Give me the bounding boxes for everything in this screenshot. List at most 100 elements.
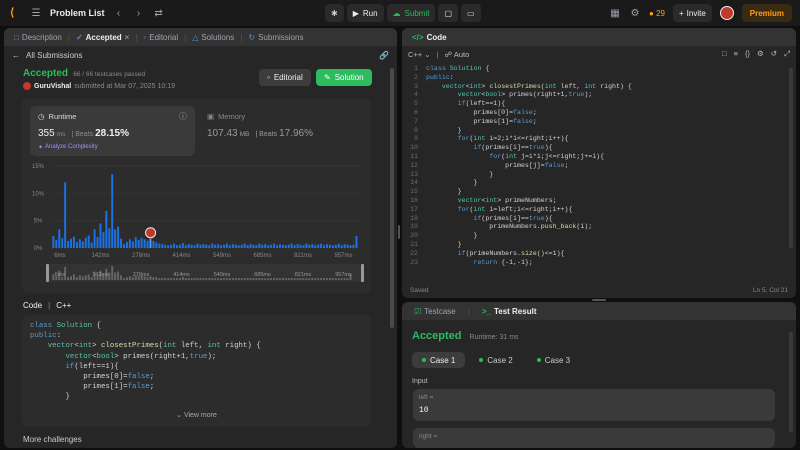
view-more-button[interactable]: ⌄ View more <box>22 411 371 421</box>
left-tab-bar: □ Description | ✓ Accepted × | ▫ Editorial |… <box>4 28 397 46</box>
format-icon[interactable]: ≡ <box>734 49 738 59</box>
chart-bar <box>314 245 317 248</box>
editor-tab-bar: </> Code <box>402 28 796 46</box>
info-icon[interactable]: ⓘ <box>179 111 187 122</box>
tab-testcase[interactable]: ☑ Testcase <box>410 307 460 316</box>
minimap-handle-left <box>46 264 49 282</box>
chevron-left-icon[interactable]: ‹ <box>113 8 125 19</box>
y-tick-label: 15% <box>32 164 45 170</box>
result-scrollbar[interactable] <box>789 332 793 432</box>
tab-divider: | <box>184 32 187 42</box>
list-icon[interactable]: ☰ <box>30 8 42 19</box>
close-tab-icon[interactable]: × <box>125 33 130 42</box>
case-3-button[interactable]: Case 3 <box>527 352 580 368</box>
code-text: } <box>426 188 462 196</box>
arrow-left-icon[interactable]: ← <box>12 51 20 60</box>
test-status: Accepted <box>412 330 462 342</box>
submit-button[interactable]: ☁ Submit <box>386 4 436 22</box>
chart-bar <box>173 243 175 248</box>
runtime-card[interactable]: ◷ Runtime ⓘ 355 ms | Beats 28.15% ✦ Analyz… <box>30 106 195 156</box>
tab-code[interactable]: </> Code <box>408 33 451 42</box>
minimap-tick-label: 549ms <box>214 272 231 278</box>
tab-accepted[interactable]: ✓ Accepted × <box>72 33 133 42</box>
braces-icon[interactable]: {} <box>745 49 750 59</box>
settings-icon[interactable]: ⚙ <box>757 49 764 59</box>
minimap-bar <box>173 278 175 280</box>
solution-button-label: Solution <box>334 73 364 82</box>
chart-bar <box>72 236 75 248</box>
invite-button[interactable]: + Invite <box>672 4 712 22</box>
minimap-bar <box>296 278 299 280</box>
chart-bar <box>175 245 178 248</box>
chart-bar <box>320 243 323 248</box>
code-text: for(int j=i*i;j<=right;j+=i){ <box>489 152 605 160</box>
leetcode-logo-icon[interactable]: ⟨ <box>10 7 22 19</box>
chart-bar <box>52 235 55 248</box>
expand-icon[interactable]: ⤢ <box>784 49 790 59</box>
minimap-bar <box>158 278 161 280</box>
minimap-bar <box>326 278 328 280</box>
save-status: Saved <box>410 286 429 294</box>
minimap-bar <box>293 278 296 280</box>
language-select[interactable]: C++ ⌄ <box>408 50 431 59</box>
tab-description[interactable]: □ Description <box>10 33 66 42</box>
chart-bar <box>167 245 170 248</box>
case-1-button[interactable]: Case 1 <box>412 352 466 368</box>
notes-button[interactable]: ▢ <box>438 4 459 22</box>
line-number: 1 <box>414 65 418 72</box>
run-button[interactable]: ▶ Run <box>346 4 384 22</box>
cloud-upload-icon: ☁ <box>392 8 401 18</box>
test-runtime: Runtime: 31 ms <box>469 334 519 341</box>
tab-editorial[interactable]: ▫ Editorial <box>139 33 182 42</box>
streak-counter[interactable]: ● 29 <box>649 9 665 18</box>
horizontal-splitter-handle[interactable] <box>592 299 606 301</box>
whiteboard-button[interactable]: ▭ <box>461 4 481 22</box>
layout-icon[interactable]: ▦ <box>609 8 621 19</box>
minimap-tick-label: 957ms <box>335 272 352 278</box>
editor-scrollbar[interactable] <box>789 68 793 248</box>
memory-beats-label: Beats <box>259 131 278 138</box>
premium-button[interactable]: Premium <box>741 4 792 22</box>
vertical-splitter-handle[interactable] <box>398 225 400 239</box>
chevron-right-icon[interactable]: › <box>133 8 145 19</box>
memory-card[interactable]: ▣ Memory 107.43 MB | Beats 17.96% <box>205 106 365 156</box>
gear-icon[interactable]: ⚙ <box>629 8 641 19</box>
editor-line: 18 if(primes[i]==true){ <box>402 215 796 224</box>
chart-bar <box>131 241 134 248</box>
line-number: 2 <box>414 73 418 81</box>
more-challenges-heading[interactable]: More challenges <box>23 435 82 444</box>
editorial-button-label: Editorial <box>273 73 303 82</box>
analyze-complexity-link[interactable]: Analyze Complexity <box>45 144 98 151</box>
pencil-icon: ✎ <box>324 73 331 82</box>
shuffle-icon[interactable]: ⇄ <box>153 8 165 19</box>
case-2-button[interactable]: Case 2 <box>469 352 522 368</box>
runtime-label: Runtime <box>48 112 77 121</box>
reset-icon[interactable]: ↺ <box>771 49 777 59</box>
left-scrollbar[interactable] <box>390 68 394 328</box>
avatar[interactable] <box>719 6 734 20</box>
problem-list-link[interactable]: Problem List <box>50 8 105 18</box>
line-number: 5 <box>414 100 418 108</box>
bookmark-icon[interactable]: □ <box>722 49 727 59</box>
auto-mode-label: Auto <box>453 49 470 59</box>
editorial-button[interactable]: ▫ Editorial <box>259 69 311 86</box>
minimap-bar <box>305 278 308 280</box>
username[interactable]: GuruVishal <box>34 83 71 90</box>
debug-button[interactable]: ✱ <box>325 4 344 22</box>
chart-bar <box>114 229 117 248</box>
link-icon[interactable]: 🔗 <box>379 51 389 60</box>
code-text: for(int i=left;i<=right;i++){ <box>457 205 573 213</box>
user-position-avatar-icon <box>145 227 157 239</box>
runtime-distribution-chart[interactable]: 15% 10% 5% 0% 6ms 142ms 278ms 414ms 549ms 685ms 82… <box>22 158 371 328</box>
chart-bar <box>78 239 81 248</box>
code-icon: </> <box>412 32 424 42</box>
chart-bar <box>337 243 340 248</box>
tab-submissions[interactable]: ↻ Submissions <box>244 33 307 42</box>
minimap-bar <box>87 274 90 280</box>
auto-mode-toggle[interactable]: ☍ Auto <box>445 50 470 59</box>
tab-solutions[interactable]: △ Solutions <box>188 33 238 42</box>
solution-button[interactable]: ✎ Solution <box>316 69 372 86</box>
tab-test-result[interactable]: >_ Test Result <box>478 307 541 316</box>
code-editor[interactable]: 1 class Solution {2 public: 3 vector<int> c… <box>402 64 796 278</box>
all-submissions-link[interactable]: All Submissions <box>26 51 82 60</box>
